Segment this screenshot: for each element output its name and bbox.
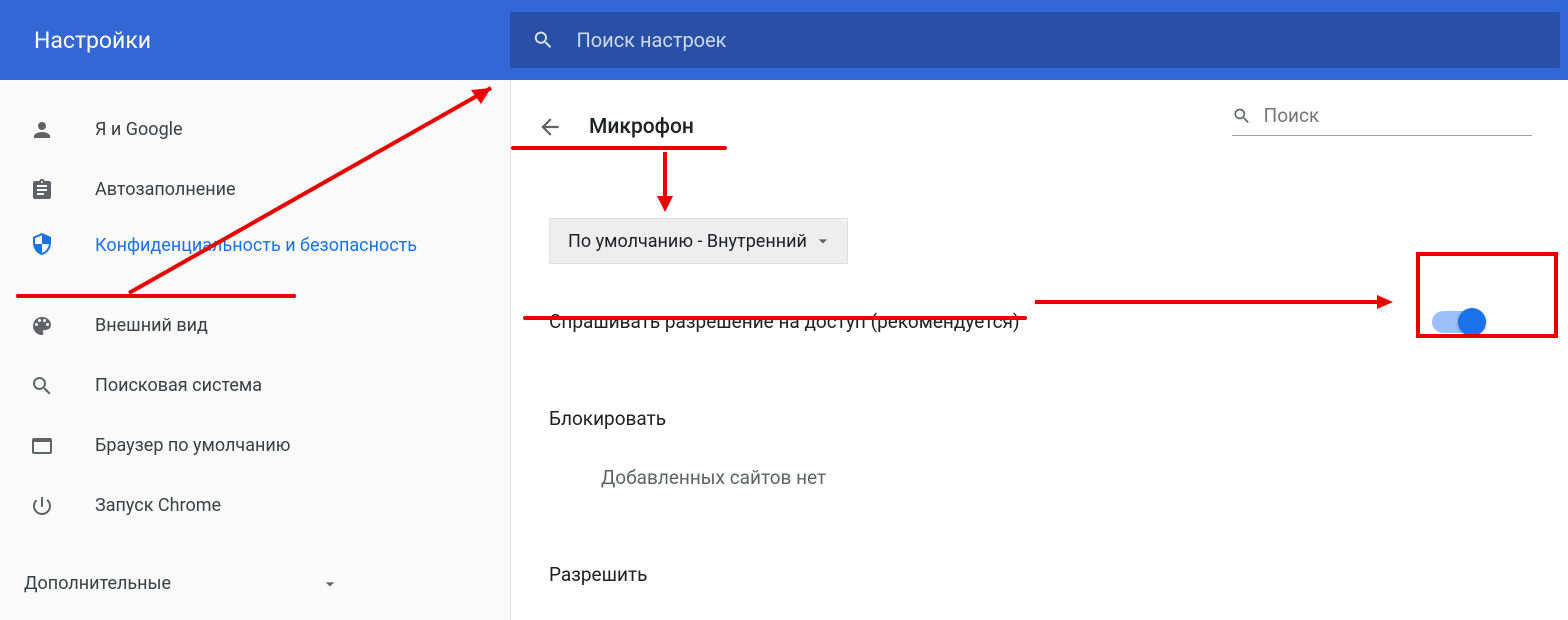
top-bar: Настройки bbox=[0, 0, 1568, 80]
sidebar-item-label: Браузер по умолчанию bbox=[95, 432, 290, 460]
person-icon bbox=[30, 118, 54, 142]
ask-permission-label: Спрашивать разрешение на доступ (рекомен… bbox=[549, 310, 1020, 333]
page-title: Микрофон bbox=[589, 115, 694, 139]
sidebar-item-privacy[interactable]: Конфиденциальность и безопасность bbox=[0, 220, 510, 296]
allow-section-heading: Разрешить bbox=[549, 563, 1532, 586]
global-search-input[interactable] bbox=[576, 28, 1560, 52]
main-panel: Микрофон По умолчанию - Внутренний Спраш… bbox=[510, 80, 1568, 620]
sidebar: Я и Google Автозаполнение Конфиденциальн… bbox=[0, 80, 510, 620]
page-search-box[interactable] bbox=[1232, 104, 1532, 136]
power-icon bbox=[30, 494, 54, 518]
clipboard-icon bbox=[30, 178, 54, 202]
ask-permission-toggle[interactable] bbox=[1432, 311, 1482, 333]
browser-icon bbox=[30, 434, 54, 458]
search-icon bbox=[1232, 105, 1252, 127]
ask-permission-row: Спрашивать разрешение на доступ (рекомен… bbox=[549, 310, 1532, 333]
sidebar-item-advanced[interactable]: Дополнительные bbox=[0, 554, 510, 614]
sidebar-item-label: Дополнительные bbox=[24, 570, 171, 598]
sidebar-item-label: Автозаполнение bbox=[95, 176, 236, 204]
arrow-left-icon bbox=[537, 114, 563, 140]
app-title: Настройки bbox=[0, 27, 510, 54]
sidebar-item-startup[interactable]: Запуск Chrome bbox=[0, 476, 510, 536]
sidebar-item-search-engine[interactable]: Поисковая система bbox=[0, 356, 510, 416]
sidebar-item-label: Конфиденциальность и безопасность bbox=[95, 232, 417, 260]
sidebar-item-label: Я и Google bbox=[95, 116, 183, 144]
block-empty-message: Добавленных сайтов нет bbox=[601, 466, 1532, 489]
annotation-arrow bbox=[645, 150, 685, 216]
chevron-down-icon bbox=[320, 574, 340, 594]
sidebar-item-label: Внешний вид bbox=[95, 312, 208, 340]
sidebar-item-label: Поисковая система bbox=[95, 372, 262, 400]
sidebar-item-label: Запуск Chrome bbox=[95, 492, 221, 520]
palette-icon bbox=[30, 314, 54, 338]
block-section-heading: Блокировать bbox=[549, 407, 1532, 430]
sidebar-item-default-browser[interactable]: Браузер по умолчанию bbox=[0, 416, 510, 476]
sidebar-item-google[interactable]: Я и Google bbox=[0, 100, 510, 160]
back-button[interactable] bbox=[537, 114, 589, 140]
page-search-input[interactable] bbox=[1264, 104, 1532, 127]
microphone-device-dropdown[interactable]: По умолчанию - Внутренний bbox=[549, 218, 848, 264]
search-icon bbox=[532, 28, 554, 52]
dropdown-value: По умолчанию - Внутренний bbox=[568, 231, 807, 252]
global-search-box[interactable] bbox=[510, 12, 1560, 68]
sidebar-item-autofill[interactable]: Автозаполнение bbox=[0, 160, 510, 220]
toggle-knob bbox=[1458, 308, 1486, 336]
sidebar-item-appearance[interactable]: Внешний вид bbox=[0, 296, 510, 356]
chevron-down-icon bbox=[813, 231, 833, 251]
shield-icon bbox=[30, 232, 54, 256]
search-icon bbox=[30, 374, 54, 398]
